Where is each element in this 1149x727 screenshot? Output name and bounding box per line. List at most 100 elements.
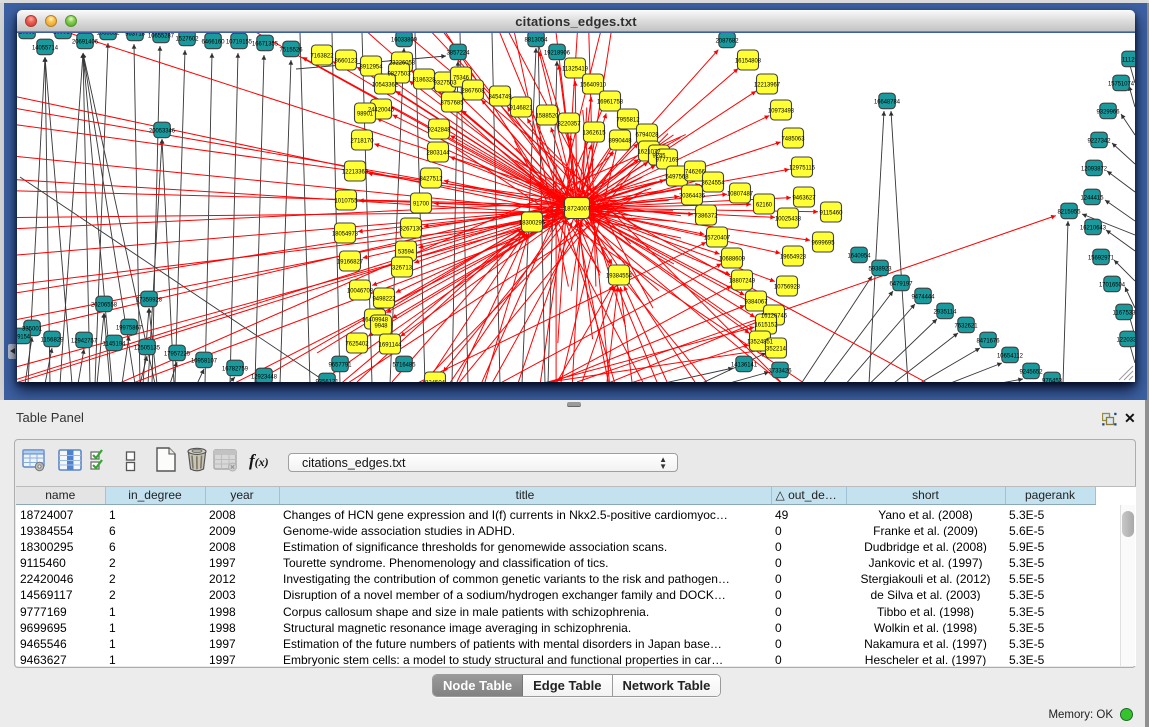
- svg-text:10807487: 10807487: [727, 190, 753, 197]
- svg-text:15720407: 15720407: [704, 234, 730, 241]
- svg-text:16120746: 16120746: [761, 312, 787, 319]
- svg-text:39154: 39154: [17, 333, 30, 340]
- svg-text:10025438: 10025438: [775, 215, 801, 222]
- svg-text:1527602: 1527602: [176, 35, 199, 42]
- svg-text:53594: 53594: [398, 248, 414, 255]
- svg-text:11121: 11121: [1122, 56, 1135, 63]
- svg-text:1010755: 1010755: [335, 197, 358, 204]
- svg-text:75346: 75346: [453, 74, 469, 81]
- svg-text:1167533: 1167533: [1113, 309, 1136, 316]
- svg-text:16210643: 16210643: [1080, 224, 1106, 231]
- svg-text:6794028: 6794028: [636, 131, 659, 138]
- svg-text:18807249: 18807249: [729, 277, 755, 284]
- svg-text:1615152: 1615152: [755, 321, 778, 328]
- svg-text:12213363: 12213363: [342, 168, 368, 175]
- svg-text:1691144: 1691144: [379, 341, 402, 348]
- svg-text:19384554: 19384554: [606, 272, 632, 279]
- svg-text:19975867: 19975867: [116, 324, 142, 331]
- svg-text:1145194: 1145194: [103, 340, 126, 347]
- svg-text:1065532: 1065532: [97, 33, 120, 36]
- svg-text:20364436: 20364436: [679, 192, 705, 199]
- svg-text:6466160: 6466160: [202, 38, 225, 45]
- svg-text:13524851: 13524851: [747, 338, 773, 345]
- svg-text:19654923: 19654923: [780, 253, 806, 260]
- svg-text:10958107: 10958107: [191, 357, 217, 364]
- svg-text:9777169: 9777169: [656, 156, 679, 163]
- svg-text:20206558: 20206558: [91, 301, 117, 308]
- svg-text:62160: 62160: [756, 201, 772, 208]
- svg-text:10688609: 10688609: [719, 255, 745, 262]
- svg-text:9115460: 9115460: [820, 209, 843, 216]
- svg-text:335001: 335001: [22, 325, 42, 332]
- svg-text:12505135: 12505135: [134, 344, 160, 351]
- svg-text:8660123: 8660123: [335, 57, 358, 64]
- svg-text:19218906: 19218906: [544, 49, 570, 56]
- svg-text:1362615: 1362615: [583, 129, 606, 136]
- svg-text:8912954: 8912954: [360, 63, 383, 70]
- svg-text:209914: 209914: [53, 33, 73, 35]
- svg-text:12942757: 12942757: [71, 337, 97, 344]
- svg-text:2087682: 2087682: [716, 37, 739, 44]
- svg-text:9227342: 9227342: [1088, 137, 1111, 144]
- svg-text:3267130: 3267130: [400, 225, 423, 232]
- svg-text:9463627: 9463627: [793, 194, 816, 201]
- svg-text:16671355: 16671355: [252, 40, 278, 47]
- svg-text:16961758: 16961758: [597, 98, 623, 105]
- svg-text:19166827: 19166827: [337, 258, 363, 265]
- svg-text:8471676: 8471676: [977, 337, 1000, 344]
- svg-text:20053346: 20053346: [149, 127, 175, 134]
- svg-text:963718: 963718: [125, 33, 145, 37]
- svg-text:12093872: 12093872: [1081, 165, 1107, 172]
- svg-text:746266: 746266: [685, 168, 705, 175]
- svg-text:8220357: 8220357: [558, 120, 581, 127]
- svg-text:9827503: 9827503: [388, 70, 411, 77]
- svg-text:1244415: 1244415: [1081, 194, 1104, 201]
- svg-text:9146821: 9146821: [510, 104, 533, 111]
- svg-text:98901: 98901: [357, 110, 373, 117]
- svg-text:10719155: 10719155: [226, 38, 252, 45]
- svg-text:1588520: 1588520: [536, 112, 559, 119]
- svg-text:15751074: 15751074: [1108, 80, 1134, 87]
- svg-text:5716485: 5716485: [393, 361, 416, 368]
- svg-text:18054973: 18054973: [332, 230, 358, 237]
- svg-text:7163822: 7163822: [311, 52, 334, 59]
- svg-text:1640954: 1640954: [848, 252, 871, 259]
- svg-text:9242848: 9242848: [428, 126, 451, 133]
- svg-text:9498222: 9498222: [373, 295, 396, 302]
- svg-text:20691406: 20691406: [72, 38, 98, 45]
- svg-text:7632621: 7632621: [955, 322, 978, 329]
- svg-text:16648784: 16648784: [874, 98, 900, 105]
- svg-text:10046708: 10046708: [347, 287, 373, 294]
- svg-text:17957225: 17957225: [164, 350, 190, 357]
- svg-text:8757685: 8757685: [441, 99, 464, 106]
- svg-text:9245652: 9245652: [1020, 368, 1043, 375]
- svg-text:8215955: 8215955: [1058, 208, 1081, 215]
- svg-text:1733426: 1733426: [769, 367, 792, 374]
- svg-text:17359928: 17359928: [136, 296, 162, 303]
- svg-text:6479197: 6479197: [890, 280, 913, 287]
- svg-text:91700: 91700: [413, 200, 429, 207]
- svg-text:8990448: 8990448: [609, 137, 632, 144]
- svg-text:10655287: 10655287: [148, 33, 174, 39]
- svg-text:11325419: 11325419: [562, 65, 588, 72]
- svg-text:9699695: 9699695: [812, 239, 835, 246]
- svg-text:14136141: 14136141: [731, 361, 757, 368]
- svg-text:20893: 20893: [19, 33, 35, 35]
- svg-text:8186328: 8186328: [413, 76, 436, 83]
- svg-text:10654112: 10654112: [997, 352, 1023, 359]
- svg-text:7485063: 7485063: [782, 135, 805, 142]
- svg-text:9948: 9948: [375, 322, 388, 329]
- svg-text:16033809: 16033809: [391, 36, 417, 43]
- svg-text:16154808: 16154808: [735, 57, 761, 64]
- svg-text:18300295: 18300295: [519, 219, 545, 226]
- svg-text:9384067: 9384067: [745, 298, 768, 305]
- svg-text:1156829: 1156829: [41, 336, 64, 343]
- svg-text:9329966: 9329966: [1097, 108, 1120, 115]
- svg-text:10756928: 10756928: [774, 283, 800, 290]
- svg-text:12213967: 12213967: [754, 81, 780, 88]
- svg-text:9356121: 9356121: [316, 378, 339, 382]
- svg-text:5938923: 5938923: [869, 265, 892, 272]
- svg-text:7955812: 7955812: [617, 116, 640, 123]
- svg-text:2718170: 2718170: [351, 137, 374, 144]
- svg-text:17016504: 17016504: [1099, 281, 1125, 288]
